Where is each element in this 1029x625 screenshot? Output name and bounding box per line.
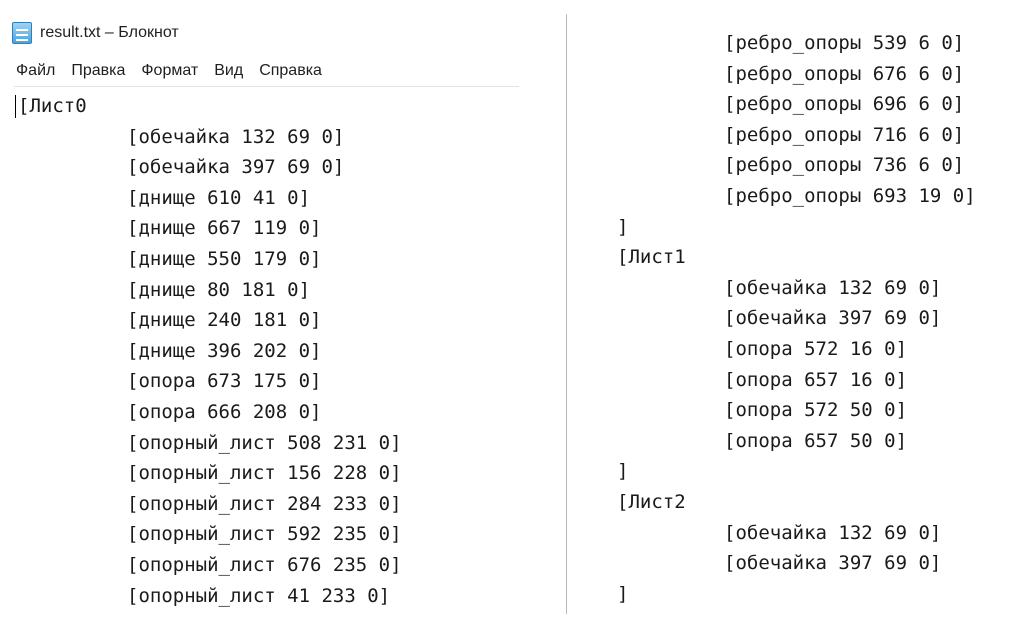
menu-item[interactable]: Справка	[257, 61, 324, 81]
text-caret	[15, 95, 16, 118]
text-line: [обечайка 397 69 0]	[127, 156, 345, 179]
text-line: [ребро_опоры 716 6 0]	[724, 123, 965, 146]
text-line: [ребро_опоры 676 6 0]	[724, 62, 965, 85]
text-line: [ребро_опоры 539 6 0]	[724, 32, 965, 54]
text-line: [опора 572 16 0]	[724, 337, 908, 360]
text-line: [опора 572 50 0]	[724, 399, 908, 422]
menu-item[interactable]: Файл	[14, 61, 57, 81]
notepad-window: result.txt – Блокнот Файл Правка Формат Вид…	[0, 0, 566, 625]
text-line: [ребро_опоры 696 6 0]	[724, 93, 965, 116]
text-line: [днище 610 41 0]	[127, 186, 311, 209]
text-line: [обечайка 397 69 0]	[724, 552, 942, 575]
text-line: [днище 550 179 0]	[127, 247, 322, 270]
text-line: [днище 80 181 0]	[127, 278, 311, 301]
text-line: [опорный_лист 508 231 0]	[127, 431, 402, 454]
text-line: [опора 657 50 0]	[724, 429, 908, 452]
text-line: [обечайка 132 69 0]	[724, 521, 942, 544]
text-line: [опора 666 208 0]	[127, 400, 322, 423]
notepad-icon	[12, 22, 32, 44]
text-line: [опорный_лист 156 228 0]	[127, 462, 402, 485]
text-line: ]	[617, 215, 629, 238]
text-line: [опорный_лист 284 233 0]	[127, 492, 402, 515]
text-line: [обечайка 132 69 0]	[724, 276, 942, 299]
menu-bar: Файл Правка Формат Вид Справка	[14, 58, 336, 84]
text-line: ]	[617, 582, 629, 605]
text-line: [обечайка 132 69 0]	[127, 125, 345, 148]
text-line: [опорный_лист 676 235 0]	[127, 553, 402, 576]
text-line: ]	[617, 460, 629, 483]
text-line: [обечайка 397 69 0]	[724, 307, 942, 330]
text-line: [Лист2	[617, 490, 686, 513]
notepad-window-scrolled: [ребро_опоры 539 6 0] [ребро_опоры 676 6 …	[569, 0, 1029, 625]
text-line: [опорный_лист 41 233 0]	[127, 584, 391, 607]
text-line: [опорный_лист 592 235 0]	[127, 523, 402, 546]
menu-item[interactable]: Вид	[212, 61, 245, 81]
text-line: [днище 396 202 0]	[127, 339, 322, 362]
text-line: [Лист1	[617, 246, 686, 269]
text-line: [опора 673 175 0]	[127, 370, 322, 393]
text-line: [днище 240 181 0]	[127, 309, 322, 332]
menu-item[interactable]: Формат	[139, 61, 200, 81]
text-line: [опора 657 16 0]	[724, 368, 908, 391]
menu-item[interactable]: Правка	[69, 61, 127, 81]
text-line: [Лист0	[18, 95, 87, 117]
text-line: [ребро_опоры 736 6 0]	[724, 154, 965, 177]
text-line: [ребро_опоры 693 19 0]	[724, 184, 976, 207]
menu-divider	[14, 86, 519, 87]
text-area-right[interactable]: [ребро_опоры 539 6 0] [ребро_опоры 676 6 …	[569, 28, 1029, 625]
text-area-left[interactable]: [Лист0 [обечайка 132 69 0] [обечайка 397 6…	[0, 91, 566, 625]
window-title: result.txt – Блокнот	[40, 24, 179, 41]
title-bar: result.txt – Блокнот	[12, 20, 179, 46]
screenshot-divider	[566, 14, 567, 614]
text-line: [днище 667 119 0]	[127, 217, 322, 240]
